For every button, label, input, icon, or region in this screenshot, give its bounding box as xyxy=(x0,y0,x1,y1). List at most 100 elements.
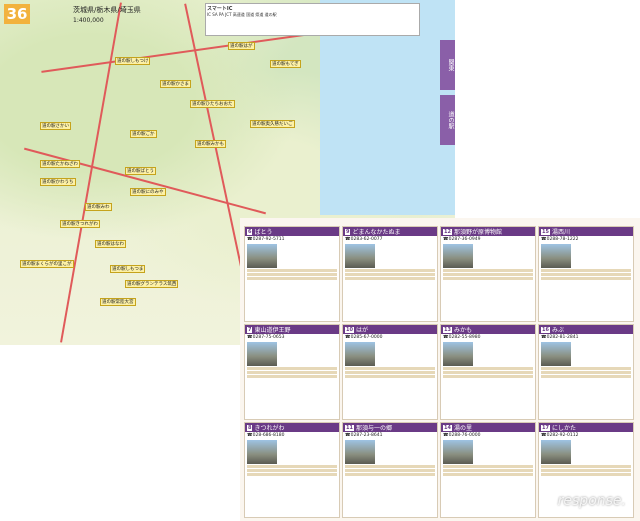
station-card[interactable]: 9 どまんなかたぬま ☎0283-62-0077 xyxy=(342,226,438,322)
card-number: 12 xyxy=(443,228,452,235)
map-label: 道の駅はが xyxy=(228,42,255,50)
card-phone: ☎0287-92-5711 xyxy=(247,237,285,242)
legend-item: IC xyxy=(207,12,211,17)
card-title: どまんなかたぬま xyxy=(352,229,401,236)
info-bar xyxy=(247,473,337,476)
station-photo xyxy=(345,440,375,464)
card-number: 17 xyxy=(541,424,550,431)
card-title: 湯の里 xyxy=(453,425,472,432)
map-label: 道の駅ごか xyxy=(130,130,157,138)
station-card[interactable]: 8 きつれがわ ☎028-686-8180 xyxy=(244,422,340,518)
info-bar xyxy=(443,473,533,476)
station-card[interactable]: 12 那須野が原博物館 ☎0287-36-0949 xyxy=(440,226,536,322)
map-label: 道の駅しもつま xyxy=(110,265,146,273)
side-tab-kanto[interactable]: 関東 xyxy=(440,40,455,90)
info-bar xyxy=(443,375,533,378)
station-card[interactable]: 6 ばとう ☎0287-92-5711 xyxy=(244,226,340,322)
card-number: 9 xyxy=(345,228,351,235)
legend-item: JCT xyxy=(225,12,232,17)
station-photo xyxy=(345,342,375,366)
info-bar xyxy=(247,273,337,276)
station-photo xyxy=(541,440,571,464)
map-label: 道の駅きつれがわ xyxy=(60,220,100,228)
map-label: 道の駅常陸大宮 xyxy=(100,298,136,306)
info-bar xyxy=(443,273,533,276)
card-phone: ☎0288-78-1222 xyxy=(541,237,579,242)
card-phone: ☎028-686-8180 xyxy=(247,433,285,438)
map-label: 道の駅しもつけ xyxy=(115,57,151,65)
legend-item: 高速道 xyxy=(232,12,245,17)
station-photo xyxy=(541,244,571,268)
map-label: 道の駅さかい xyxy=(40,122,71,130)
map-label: 道の駅にのみや xyxy=(130,188,166,196)
info-bar xyxy=(345,375,435,378)
station-photo xyxy=(443,440,473,464)
legend-item: 県道 xyxy=(255,12,264,17)
card-number: 10 xyxy=(345,326,354,333)
info-bar xyxy=(541,469,631,472)
card-phone: ☎0285-67-0000 xyxy=(345,335,383,340)
card-phone: ☎0287-36-0949 xyxy=(443,237,481,242)
station-card[interactable]: 13 みかも ☎0282-55-8980 xyxy=(440,324,536,420)
info-bar xyxy=(247,469,337,472)
watermark: response. xyxy=(557,493,626,509)
info-bar xyxy=(345,465,435,468)
card-number: 14 xyxy=(443,424,452,431)
info-bar xyxy=(443,277,533,280)
info-bar xyxy=(247,269,337,272)
info-bar xyxy=(541,273,631,276)
info-bar xyxy=(541,277,631,280)
station-photo xyxy=(541,342,571,366)
map-title: 茨城県/栃木県/埼玉県 xyxy=(73,6,141,14)
card-number: 11 xyxy=(345,424,354,431)
card-phone: ☎0287-75-0653 xyxy=(247,335,285,340)
legend-item: 国道 xyxy=(246,12,255,17)
card-title: にしかた xyxy=(551,425,576,432)
station-photo xyxy=(443,342,473,366)
card-number: 13 xyxy=(443,326,452,333)
station-photo xyxy=(247,244,277,268)
info-bar xyxy=(541,473,631,476)
map-label: 道の駅はなわ xyxy=(95,240,126,248)
legend-title: スマートIC xyxy=(207,6,233,12)
card-title: ばとう xyxy=(254,229,273,236)
card-title: 那須野が原博物館 xyxy=(453,229,502,236)
info-bar xyxy=(345,469,435,472)
info-bar xyxy=(443,469,533,472)
card-number: 8 xyxy=(247,424,253,431)
card-number: 16 xyxy=(541,326,550,333)
station-card[interactable]: 16 みぶ ☎0282-81-2841 xyxy=(538,324,634,420)
map-label: 道の駅かわうち xyxy=(40,178,76,186)
card-title: 東山道伊王野 xyxy=(254,327,291,334)
card-phone: ☎0288-76-0000 xyxy=(443,433,481,438)
info-bar xyxy=(345,367,435,370)
card-title: みかも xyxy=(453,327,472,334)
info-bar xyxy=(345,371,435,374)
station-photo xyxy=(345,244,375,268)
page-number: 36 xyxy=(4,4,30,24)
station-card[interactable]: 11 那須与一の郷 ☎0287-23-8641 xyxy=(342,422,438,518)
card-title: はが xyxy=(355,327,368,334)
map-label: 道の駅みかも xyxy=(195,140,226,148)
side-tab-michinoeki[interactable]: 道の駅 xyxy=(440,95,455,145)
legend-item: SA xyxy=(212,12,218,17)
info-bar xyxy=(443,367,533,370)
station-card[interactable]: 15 湯西川 ☎0288-78-1222 xyxy=(538,226,634,322)
map-label: 道の駅みわ xyxy=(85,203,112,211)
station-card[interactable]: 10 はが ☎0285-67-0000 xyxy=(342,324,438,420)
station-photo xyxy=(247,440,277,464)
card-number: 6 xyxy=(247,228,253,235)
info-bar xyxy=(345,269,435,272)
station-card[interactable]: 7 東山道伊王野 ☎0287-75-0653 xyxy=(244,324,340,420)
info-bar xyxy=(541,465,631,468)
card-phone: ☎0282-92-0112 xyxy=(541,433,579,438)
map-label: 道の駅かさま xyxy=(160,80,191,88)
card-title: みぶ xyxy=(551,327,564,334)
card-title: 那須与一の郷 xyxy=(355,425,392,432)
card-number: 7 xyxy=(247,326,253,333)
map-label: 道の駅奥久慈だいご xyxy=(250,120,295,128)
info-bar xyxy=(345,273,435,276)
info-bar xyxy=(541,375,631,378)
station-card[interactable]: 14 湯の里 ☎0288-76-0000 xyxy=(440,422,536,518)
card-title: 湯西川 xyxy=(551,229,570,236)
